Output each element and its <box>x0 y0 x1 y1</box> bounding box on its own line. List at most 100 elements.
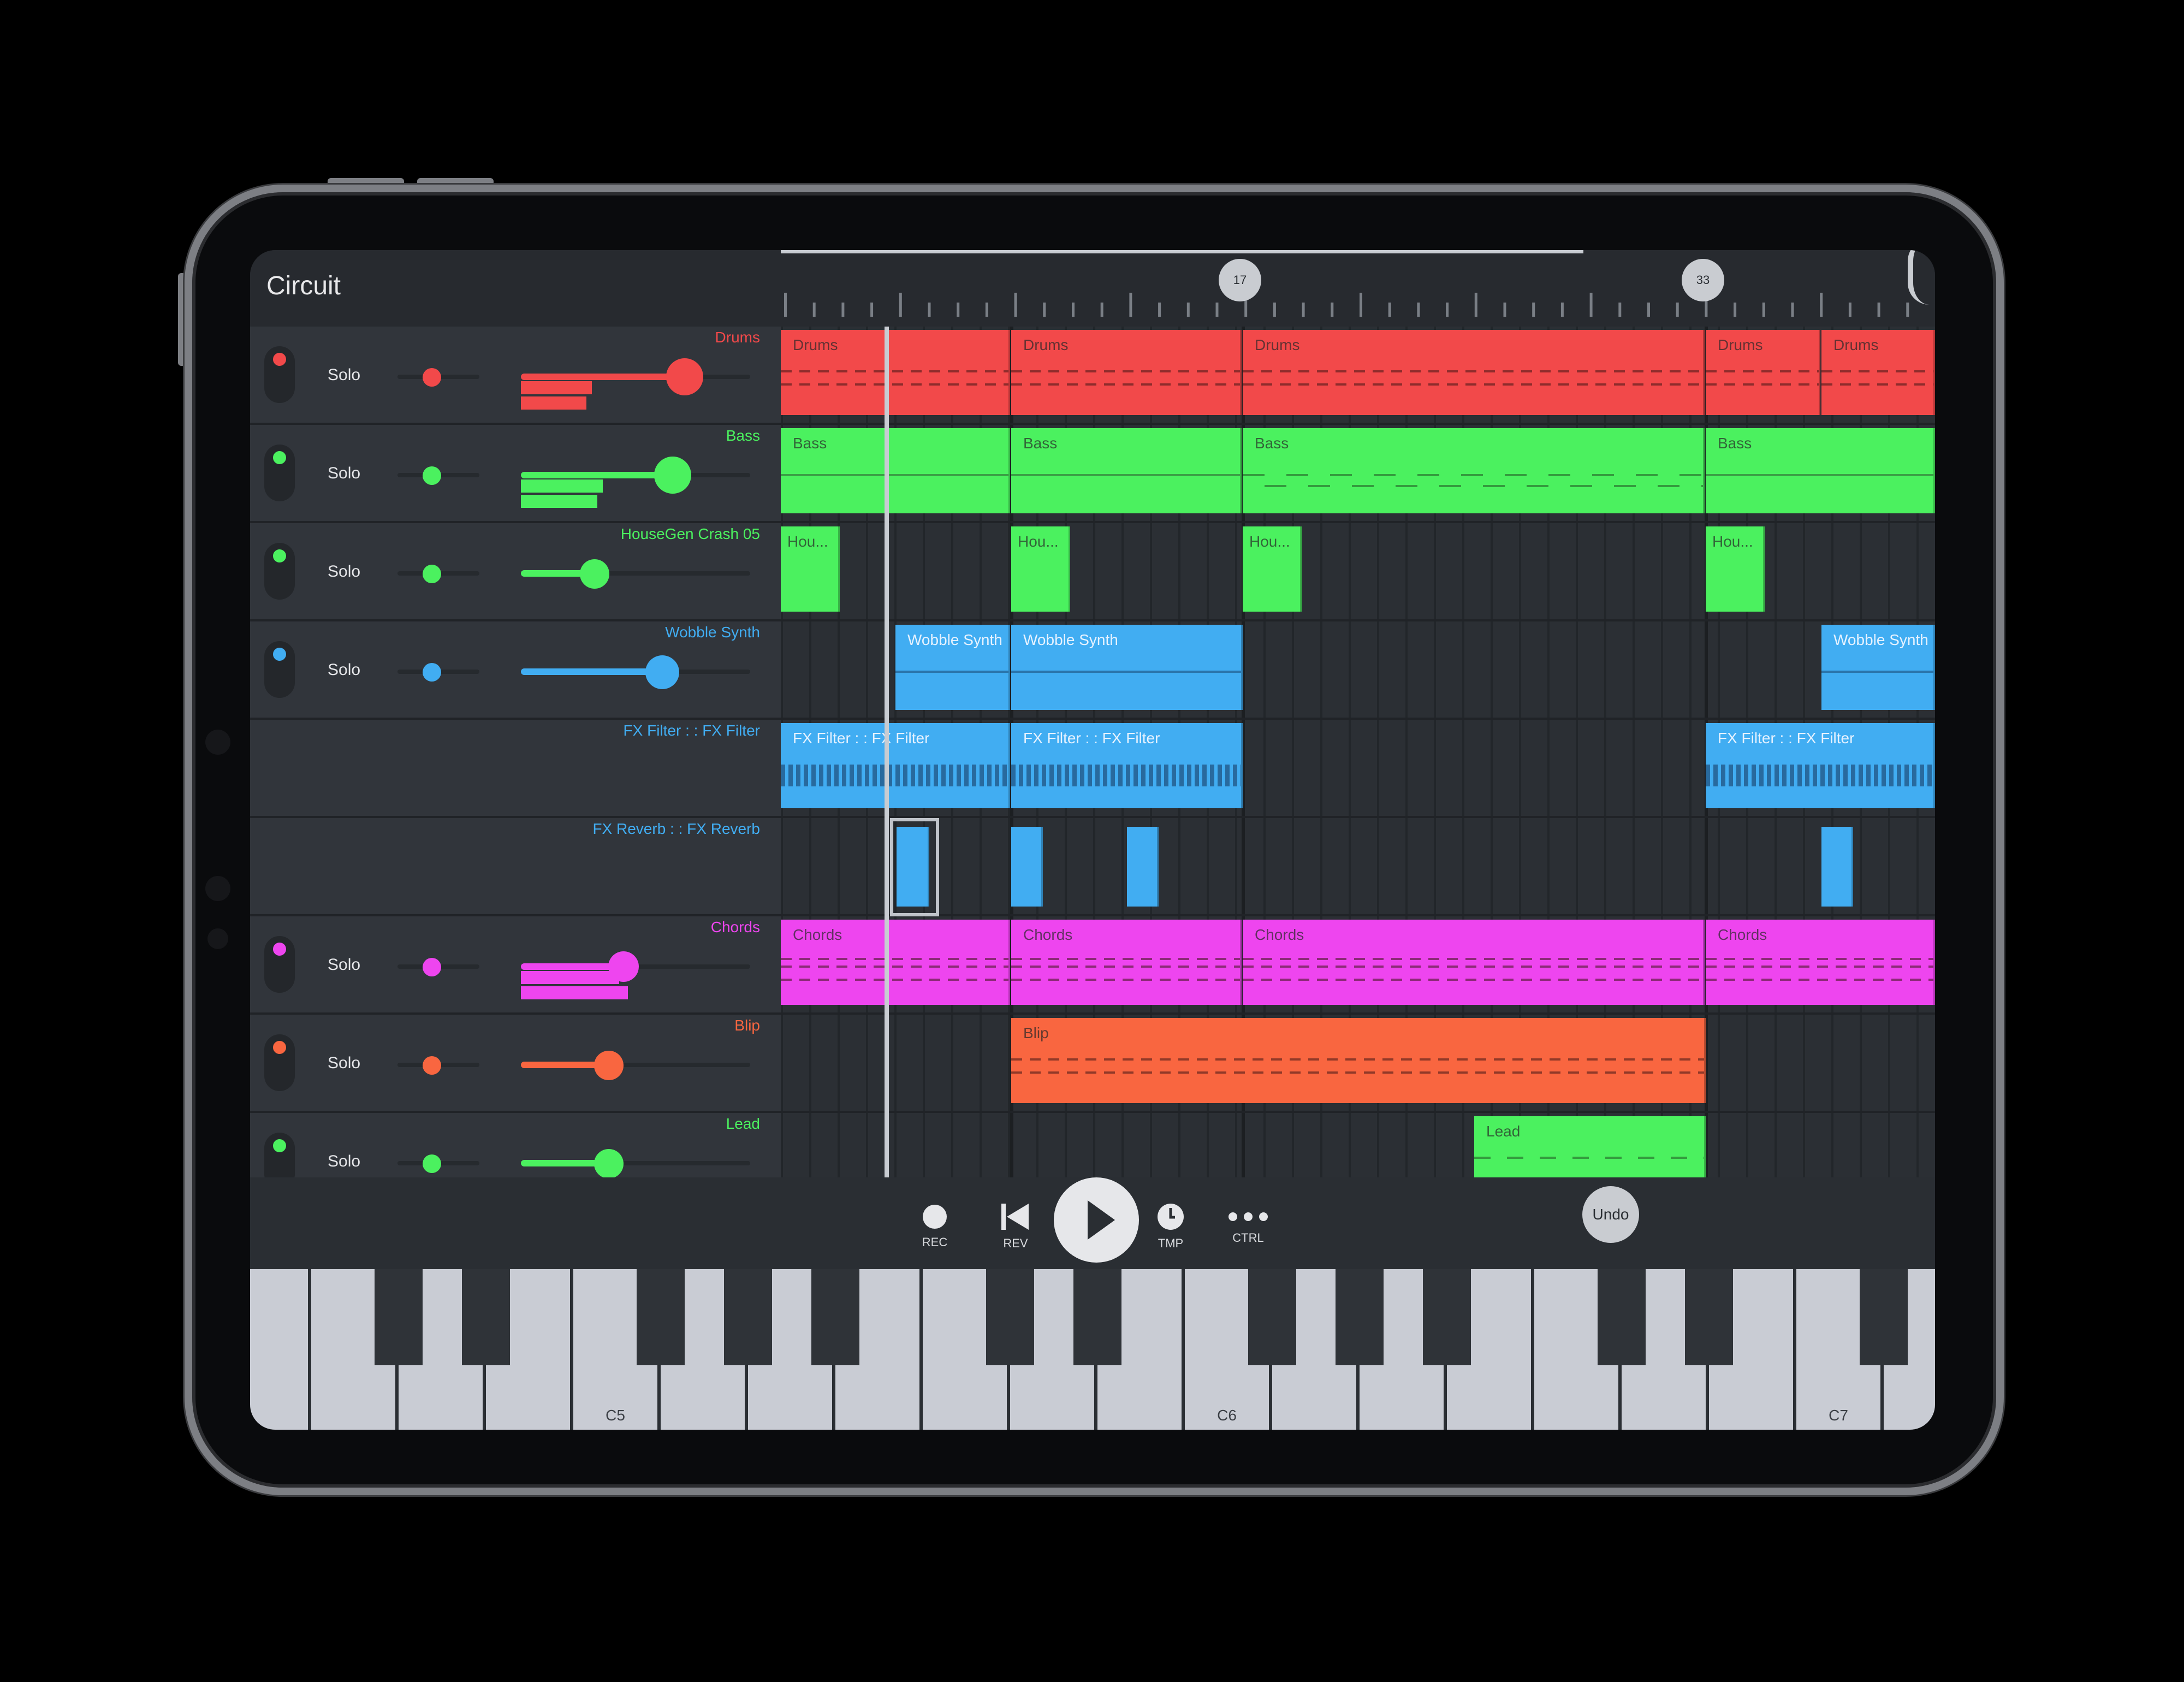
clip-bass[interactable]: Bass <box>781 428 1010 513</box>
pan-knob[interactable] <box>423 368 441 387</box>
clip-fx-reverb[interactable] <box>1821 827 1853 907</box>
clip-wobble-synth[interactable]: Wobble Synth <box>1821 625 1935 710</box>
black-key[interactable] <box>1423 1269 1471 1365</box>
clip-bass[interactable]: Bass <box>1243 428 1705 513</box>
black-key[interactable] <box>375 1269 423 1365</box>
clip-drums[interactable]: Drums <box>1706 330 1820 415</box>
clip-notes <box>1821 370 1933 372</box>
volume-knob[interactable] <box>654 457 691 494</box>
track-chords[interactable]: Chords Solo <box>250 916 781 1015</box>
clip-lead[interactable]: Lead <box>1474 1116 1706 1177</box>
track-drums[interactable]: Drums Solo <box>250 327 781 425</box>
play-button[interactable] <box>1054 1177 1139 1263</box>
playhead[interactable] <box>885 327 889 1177</box>
clip-label: Chords <box>1718 926 1767 943</box>
clip-drums[interactable]: Drums <box>1243 330 1705 415</box>
black-key[interactable] <box>1685 1269 1733 1365</box>
white-key[interactable] <box>250 1269 311 1430</box>
solo-button[interactable]: Solo <box>328 956 360 974</box>
clip-chords[interactable]: Chords <box>1243 920 1705 1005</box>
mute-toggle[interactable] <box>264 445 295 501</box>
rev-button[interactable]: REV <box>1000 1203 1031 1251</box>
piano-keyboard[interactable]: C5 C6 C7 <box>250 1269 1935 1430</box>
clip-blip[interactable]: Blip <box>1011 1018 1706 1103</box>
ctrl-label: CTRL <box>1232 1231 1264 1245</box>
clip-fx-reverb[interactable] <box>1127 827 1159 907</box>
clip-drums[interactable]: Drums <box>1821 330 1935 415</box>
clip-chords[interactable]: Chords <box>781 920 1010 1005</box>
solo-button[interactable]: Solo <box>328 464 360 483</box>
ctrl-button[interactable]: CTRL <box>1227 1208 1269 1245</box>
clip-crash[interactable]: Hou... <box>781 526 840 612</box>
clip-wobble-synth[interactable]: Wobble Synth <box>895 625 1010 710</box>
pan-knob[interactable] <box>423 565 441 583</box>
black-key[interactable] <box>1336 1269 1384 1365</box>
volume-knob[interactable] <box>645 655 679 689</box>
timeline-marker-33[interactable]: 33 <box>1682 259 1724 301</box>
mute-toggle[interactable] <box>264 936 295 993</box>
pan-knob[interactable] <box>423 1056 441 1075</box>
rec-button[interactable]: REC <box>922 1204 948 1249</box>
black-key[interactable] <box>724 1269 772 1365</box>
clip-fx-filter[interactable]: FX Filter : : FX Filter <box>781 723 1010 808</box>
mute-toggle[interactable] <box>264 543 295 600</box>
volume-knob[interactable] <box>594 1149 624 1177</box>
black-key[interactable] <box>1598 1269 1646 1365</box>
track-blip[interactable]: Blip Solo <box>250 1015 781 1113</box>
ruler-tick <box>1186 303 1190 317</box>
timeline-ruler[interactable]: 17 33 <box>781 250 1935 327</box>
undo-button[interactable]: Undo <box>1582 1186 1639 1243</box>
clip-drums[interactable]: Drums <box>1011 330 1242 415</box>
clip-chords[interactable]: Chords <box>1706 920 1935 1005</box>
solo-button[interactable]: Solo <box>328 1054 360 1073</box>
volume-knob[interactable] <box>580 559 609 589</box>
timeline-marker-17[interactable]: 17 <box>1219 259 1261 301</box>
pan-knob[interactable] <box>423 466 441 485</box>
solo-button[interactable]: Solo <box>328 1152 360 1171</box>
track-housegen-crash[interactable]: HouseGen Crash 05 Solo <box>250 523 781 621</box>
tmp-button[interactable]: TMP <box>1156 1203 1185 1251</box>
clip-crash[interactable]: Hou... <box>1706 526 1765 612</box>
volume-knob[interactable] <box>594 1051 624 1080</box>
clip-fx-filter[interactable]: FX Filter : : FX Filter <box>1011 723 1243 808</box>
clip-fx-reverb[interactable] <box>1011 827 1043 907</box>
clip-bass[interactable]: Bass <box>1706 428 1935 513</box>
clip-wobble-synth[interactable]: Wobble Synth <box>1011 625 1243 710</box>
clip-notes <box>1011 966 1240 968</box>
mute-toggle[interactable] <box>264 1034 295 1091</box>
arrangement-view[interactable]: Drums Drums Drums Drums Drums Bass Bass … <box>781 327 1935 1177</box>
lane-blip: Blip <box>781 1015 1935 1113</box>
track-fx-reverb[interactable]: FX Reverb : : FX Reverb <box>250 818 781 916</box>
black-key[interactable] <box>462 1269 510 1365</box>
clip-fx-reverb[interactable] <box>897 827 929 907</box>
track-fx-filter[interactable]: FX Filter : : FX Filter <box>250 720 781 818</box>
volume-knob[interactable] <box>666 358 703 395</box>
black-key[interactable] <box>986 1269 1034 1365</box>
pan-knob[interactable] <box>423 663 441 682</box>
track-wobble-synth[interactable]: Wobble Synth Solo <box>250 621 781 720</box>
ruler-tick <box>1503 303 1506 317</box>
ruler-tick <box>899 293 902 317</box>
solo-button[interactable]: Solo <box>328 661 360 679</box>
black-key[interactable] <box>811 1269 859 1365</box>
black-key[interactable] <box>1073 1269 1121 1365</box>
clip-fx-filter[interactable]: FX Filter : : FX Filter <box>1706 723 1935 808</box>
black-key[interactable] <box>637 1269 685 1365</box>
pan-knob[interactable] <box>423 1154 441 1173</box>
track-bass[interactable]: Bass Solo <box>250 425 781 523</box>
clip-bass[interactable]: Bass <box>1011 428 1242 513</box>
mute-toggle[interactable] <box>264 1133 295 1177</box>
black-key[interactable] <box>1248 1269 1296 1365</box>
track-lead[interactable]: Lead Solo <box>250 1113 781 1177</box>
mute-toggle[interactable] <box>264 346 295 403</box>
pan-knob[interactable] <box>423 958 441 976</box>
solo-button[interactable]: Solo <box>328 366 360 384</box>
solo-button[interactable]: Solo <box>328 562 360 581</box>
clip-crash[interactable]: Hou... <box>1011 526 1070 612</box>
clip-crash[interactable]: Hou... <box>1243 526 1302 612</box>
mute-toggle[interactable] <box>264 641 295 698</box>
clip-drums[interactable]: Drums <box>781 330 1010 415</box>
black-key[interactable] <box>1860 1269 1908 1365</box>
clip-notes <box>1821 383 1933 386</box>
clip-chords[interactable]: Chords <box>1011 920 1242 1005</box>
